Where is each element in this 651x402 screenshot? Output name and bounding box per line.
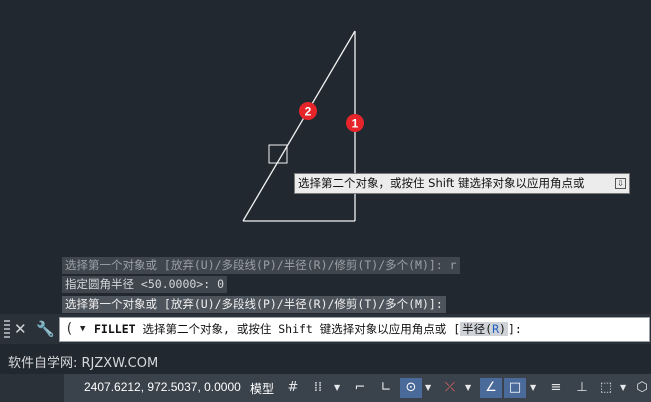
- recent-commands-dropdown-icon[interactable]: ▼: [80, 318, 85, 341]
- polar-dropdown-icon[interactable]: ▼: [425, 378, 433, 398]
- wrench-icon[interactable]: 🔧: [36, 319, 55, 339]
- command-name: FILLET: [94, 322, 136, 336]
- command-prompt-text: 选择第二个对象, 或按住 Shift 键选择对象以应用角点或: [135, 322, 454, 336]
- command-suffix: ]:: [507, 322, 522, 336]
- infer-constraints-icon[interactable]: ⌐: [350, 378, 370, 398]
- marker-1: 1: [346, 114, 364, 132]
- tooltip-text: 选择第二个对象，或按住 Shift 键选择对象以应用角点或: [298, 176, 585, 190]
- grid-icon[interactable]: #: [284, 378, 302, 398]
- brand-strip: 软件自学网: RJZXW.COM: [0, 344, 651, 374]
- object-snap-icon[interactable]: □: [504, 378, 526, 398]
- marker-2-label: 2: [305, 105, 312, 119]
- command-prompt-icon: (: [65, 321, 74, 337]
- dynamic-ucs-icon[interactable]: ⊥: [572, 378, 592, 398]
- polar-tracking-icon[interactable]: ⊙: [400, 378, 422, 398]
- pickbox-cursor: [268, 144, 288, 164]
- brand-text: 软件自学网: RJZXW.COM: [8, 356, 159, 371]
- status-bar: 2407.6212, 972.5037, 0.0000 模型 # ⁞⁞ ▼ ⌐ …: [0, 374, 651, 402]
- command-input[interactable]: ( ▼ FILLET 选择第二个对象, 或按住 Shift 键选择对象以应用角点…: [59, 317, 650, 342]
- history-line-2: 指定圆角半径 <50.0000>: 0: [62, 276, 228, 293]
- history-line-1: 选择第一个对象或 [放弃(U)/多段线(P)/半径(R)/修剪(T)/多个(M)…: [62, 257, 460, 274]
- coordinates-readout[interactable]: 2407.6212, 972.5037, 0.0000: [84, 380, 241, 394]
- tooltip-expand-icon[interactable]: ⇩: [615, 178, 626, 189]
- selection-cycling-icon[interactable]: ⬚: [596, 378, 616, 398]
- drawing-canvas[interactable]: 2 1 选择第二个对象，或按住 Shift 键选择对象以应用角点或 ⇩ 选择第一…: [0, 0, 651, 313]
- grip-handle-icon[interactable]: [4, 320, 10, 338]
- close-icon[interactable]: ✕: [14, 319, 27, 339]
- object-snap-tracking-icon[interactable]: ∠: [480, 378, 502, 398]
- isodraft-icon[interactable]: ⤫: [440, 378, 460, 398]
- isodraft-dropdown-icon[interactable]: ▼: [465, 378, 473, 398]
- option-radius[interactable]: 半径(R): [460, 322, 508, 336]
- lineweight-icon[interactable]: ≡: [546, 378, 566, 398]
- marker-2: 2: [299, 102, 317, 120]
- command-line-bar: ✕ 🔧 ( ▼ FILLET 选择第二个对象, 或按住 Shift 键选择对象以…: [0, 314, 651, 344]
- selection-dropdown-icon[interactable]: ▼: [620, 378, 628, 398]
- snap-dropdown-icon[interactable]: ▼: [334, 378, 342, 398]
- model-space-button[interactable]: 模型: [250, 380, 274, 397]
- history-line-3: 选择第一个对象或 [放弃(U)/多段线(P)/半径(R)/修剪(T)/多个(M)…: [62, 296, 446, 313]
- ortho-icon[interactable]: ∟: [376, 378, 396, 398]
- marker-1-label: 1: [352, 117, 359, 131]
- snap-icon[interactable]: ⁞⁞: [308, 378, 328, 398]
- layout-tabs-area: [0, 374, 64, 402]
- command-tooltip: 选择第二个对象，或按住 Shift 键选择对象以应用角点或 ⇩: [294, 173, 630, 194]
- command-prompt: FILLET 选择第二个对象, 或按住 Shift 键选择对象以应用角点或 [半…: [94, 318, 522, 341]
- 3d-osnap-icon[interactable]: ⬡: [634, 378, 650, 398]
- object-snap-dropdown-icon[interactable]: ▼: [530, 378, 538, 398]
